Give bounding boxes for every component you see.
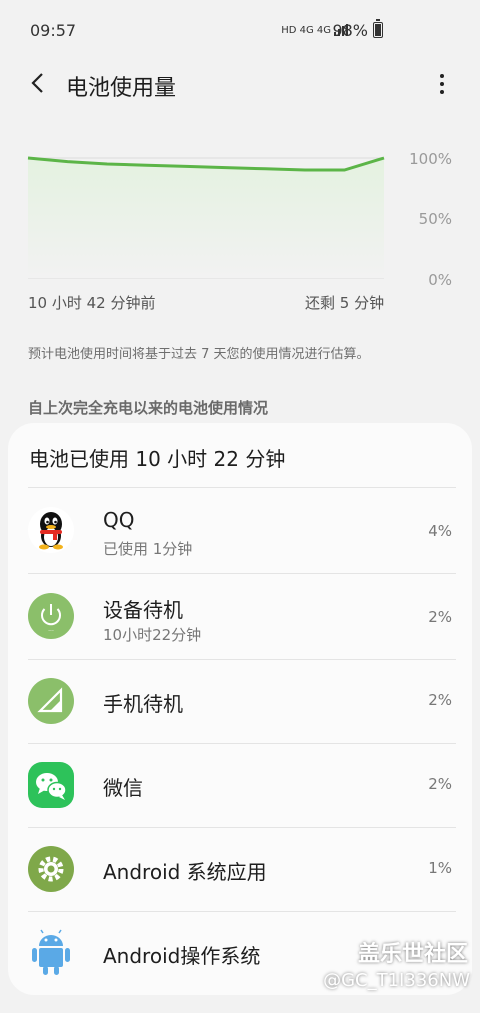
app-row-phone-idle[interactable]: 手机待机 2%	[8, 660, 472, 744]
more-dot-icon	[440, 90, 444, 94]
more-dot-icon	[440, 74, 444, 78]
estimate-note: 预计电池使用时间将基于过去 7 天您的使用情况进行估算。	[28, 347, 370, 362]
x-start-label: 10 小时 42 分钟前	[28, 294, 156, 312]
app-percent: 2%	[428, 691, 452, 709]
more-options-button[interactable]	[432, 70, 452, 98]
signal-icon	[37, 687, 63, 713]
battery-icon	[373, 19, 383, 38]
app-name: 微信	[103, 776, 143, 800]
app-percent: 4%	[428, 522, 452, 540]
svg-text:···: ···	[48, 628, 54, 635]
power-icon: ···	[41, 604, 61, 635]
android-robot-icon	[28, 928, 74, 975]
chart-area	[28, 158, 384, 278]
app-row-android-system-apps[interactable]: Android 系统应用 1%	[8, 828, 472, 912]
status-time: 09:57	[30, 21, 77, 40]
app-name: Android操作系统	[103, 944, 261, 968]
power-icon: ···	[28, 593, 74, 639]
settings-gear-icon	[28, 846, 74, 892]
page-title: 电池使用量	[66, 76, 177, 101]
app-name: 设备待机	[103, 598, 183, 622]
app-percent: 2%	[428, 775, 452, 793]
status-bar: 09:57 HD 4G 4G 98%	[0, 0, 480, 60]
chevron-left-icon	[31, 73, 43, 93]
app-bar: 电池使用量	[0, 60, 480, 110]
y-tick-100: 100%	[409, 150, 452, 168]
app-name: Android 系统应用	[103, 860, 267, 884]
watermark-handle: @GC_T1I336NW	[323, 970, 470, 991]
card-title: 电池已使用 10 小时 22 分钟	[29, 447, 286, 471]
qq-penguin-icon	[28, 507, 74, 553]
qq-penguin-icon	[39, 512, 63, 550]
y-tick-50: 50%	[418, 210, 452, 228]
back-button[interactable]	[28, 70, 52, 98]
y-tick-0: 0%	[428, 271, 452, 289]
watermark-title: 盖乐世社区	[357, 942, 468, 967]
android-robot-icon	[32, 929, 70, 975]
wechat-icon	[28, 762, 74, 808]
app-name: QQ	[103, 508, 135, 532]
section-title: 自上次完全充电以来的电池使用情况	[28, 399, 269, 417]
x-end-label: 还剩 5 分钟	[305, 294, 385, 312]
more-dot-icon	[440, 82, 444, 86]
app-row-wechat[interactable]: 微信 2%	[8, 744, 472, 828]
app-row-device-idle[interactable]: ··· 设备待机 10小时22分钟 2%	[8, 574, 472, 658]
app-usage-detail: 已使用 1分钟	[103, 540, 193, 558]
network-label: HD 4G 4G	[281, 24, 331, 36]
app-name: 手机待机	[103, 692, 183, 716]
usage-card: 电池已使用 10 小时 22 分钟 QQ 已使用 1分钟 4% ··· 设备待机…	[8, 423, 472, 995]
wechat-icon	[36, 773, 67, 800]
app-percent: 1%	[428, 859, 452, 877]
battery-percent: 98%	[332, 21, 368, 40]
app-usage-detail: 10小时22分钟	[103, 626, 202, 644]
app-percent: 2%	[428, 608, 452, 626]
battery-usage-chart	[27, 156, 385, 279]
signal-icon	[28, 678, 74, 724]
app-row-qq[interactable]: QQ 已使用 1分钟 4%	[8, 488, 472, 572]
settings-gear-icon	[38, 856, 64, 882]
